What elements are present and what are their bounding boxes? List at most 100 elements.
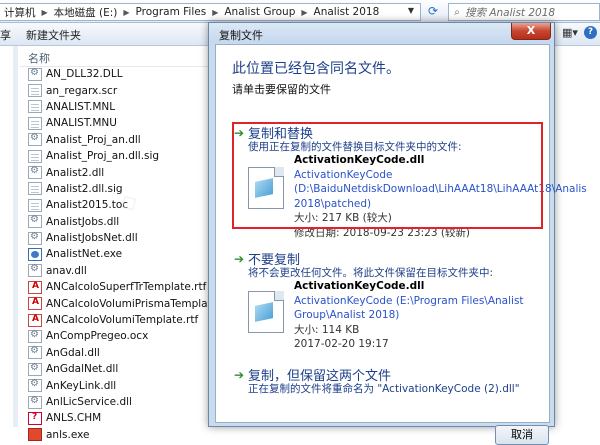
help-icon[interactable]: ?	[584, 26, 597, 39]
file-row[interactable]: AnGdal.dll	[20, 345, 212, 361]
file-name: an_regarx.scr	[46, 84, 118, 97]
navigation-scrollbar[interactable]	[13, 46, 18, 427]
file-name: anav.dll	[46, 264, 87, 277]
file-row[interactable]: AnlLicService.dll	[20, 394, 212, 410]
doc-file-icon	[28, 198, 42, 212]
doc-file-icon	[28, 149, 42, 163]
file-name: ANALIST.MNL	[46, 100, 116, 113]
file-list: AN_DLL32.DLL an_regarx.scr ANALIST.MNL ANAL…	[20, 66, 234, 443]
gear-file-icon	[28, 214, 42, 229]
dialog-heading: 此位置已经包含同名文件。	[232, 61, 400, 77]
doc-file-icon	[28, 182, 42, 196]
address-bar: 计算机 ▶ 本地磁盘 (E:) ▶ Program Files ▶ Analis…	[0, 0, 600, 23]
file-name: anls.exe	[46, 428, 90, 441]
breadcrumb-analist-2018[interactable]: Analist 2018	[310, 6, 384, 18]
file-row[interactable]: ANCalcoloVolumiPrismaTemplate.rtf	[20, 295, 234, 311]
search-icon: ⌕	[454, 6, 460, 18]
file-name: ANCalcoloVolumiPrismaTemplate.rtf	[46, 297, 234, 310]
file-row[interactable]: Analist2.dll	[20, 164, 212, 180]
breadcrumb-program-files[interactable]: Program Files	[132, 6, 211, 18]
file-row[interactable]: ANCalcoloVolumiTemplate.rtf	[20, 312, 212, 328]
file-row[interactable]: AnalistNet.exe	[20, 246, 212, 262]
gear-file-icon	[28, 231, 42, 245]
pdf-file-icon	[28, 297, 42, 311]
gear-file-icon	[28, 263, 42, 278]
refresh-icon[interactable]: ⟳	[424, 3, 442, 19]
gear-file-icon	[28, 132, 42, 147]
dialog-subheading: 请单击要保留的文件	[232, 83, 331, 96]
file-name: AN_DLL32.DLL	[46, 68, 123, 81]
breadcrumb-drive[interactable]: 本地磁盘 (E:)	[50, 5, 122, 20]
option-description: 将不会更改任何文件。将此文件保留在目标文件夹中:	[248, 267, 494, 279]
chevron-down-icon[interactable]: ▼	[404, 3, 418, 19]
pdf-file-icon	[28, 280, 42, 294]
column-header-name[interactable]: 名称	[28, 50, 50, 66]
file-row[interactable]: ANCalcoloSuperfTrTemplate.rtf	[20, 279, 212, 295]
doc-file-icon	[28, 116, 42, 130]
file-name: ANLS.CHM	[46, 412, 102, 425]
cancel-button[interactable]: 取消	[495, 425, 549, 445]
file-row[interactable]: Analist_Proj_an.dll	[20, 132, 212, 148]
dialog-body: 此位置已经包含同名文件。 请单击要保留的文件 ➔ 复制和替换 使用正在复制的文件…	[215, 44, 587, 445]
file-row[interactable]: an_regarx.scr	[20, 82, 212, 98]
chevron-right-icon[interactable]: ▶	[40, 8, 50, 17]
copy-file-dialog: 复制文件 X 此位置已经包含同名文件。 请单击要保留的文件 ➔ 复制和替换 使用…	[208, 22, 587, 445]
file-row[interactable]: AnKeyLink.dll	[20, 377, 212, 393]
file-name: Analist2015.toc	[46, 199, 129, 212]
file-name: ANALIST.MNU	[46, 117, 117, 130]
gear-file-icon	[28, 395, 42, 409]
file-row[interactable]: AnalistJobs.dll	[20, 214, 212, 230]
file-row[interactable]: ANLS.CHM	[20, 410, 212, 426]
file-row[interactable]: anav.dll	[20, 263, 212, 279]
exe-file-icon	[28, 428, 42, 442]
file-row[interactable]: AnCompPregeo.ocx	[20, 328, 212, 344]
file-row[interactable]: AN_DLL32.DLL	[20, 66, 212, 82]
option-copy-keep-both[interactable]: ➔ 复制，但保留这两个文件 正在复制的文件将重命名为 "ActivationKe…	[228, 365, 536, 401]
option-file-info: ActivationKeyCode.dll ActivationKeyCode …	[294, 279, 524, 352]
file-name: AnGdalNet.dll	[46, 363, 119, 376]
file-name: AnlLicService.dll	[46, 396, 132, 408]
breadcrumb-computer[interactable]: 计算机	[0, 5, 40, 20]
file-row[interactable]: Analist2015.toc	[20, 197, 212, 213]
file-name: Analist_Proj_an.dll	[46, 133, 141, 146]
chm-file-icon	[28, 411, 42, 425]
pdf-file-icon	[28, 313, 42, 327]
gear-file-icon	[28, 165, 42, 180]
file-row[interactable]: AnGdalNet.dll	[20, 361, 212, 377]
file-name: AnalistJobsNet.dll	[46, 232, 138, 245]
file-name: AnCompPregeo.ocx	[46, 330, 149, 343]
file-name: Analist2.dll.sig	[46, 182, 123, 195]
file-name: Analist2.dll	[46, 166, 105, 179]
close-button[interactable]: X	[511, 23, 551, 40]
doc-file-icon	[28, 84, 42, 98]
file-name: AnalistJobs.dll	[46, 215, 120, 228]
new-folder-button[interactable]: 新建文件夹	[26, 27, 81, 43]
chevron-right-icon[interactable]: ▶	[299, 8, 309, 17]
search-input[interactable]: ⌕ 搜索 Analist 2018	[448, 3, 600, 21]
dialog-titlebar[interactable]: 复制文件 X	[209, 23, 554, 43]
file-row[interactable]: Analist_Proj_an.dll.sig	[20, 148, 212, 164]
share-button[interactable]: 享	[0, 27, 11, 43]
chevron-right-icon[interactable]: ▶	[210, 8, 220, 17]
breadcrumb[interactable]: 计算机 ▶ 本地磁盘 (E:) ▶ Program Files ▶ Analis…	[0, 3, 421, 21]
file-icon	[248, 291, 284, 333]
file-row[interactable]: ANALIST.MNL	[20, 99, 212, 115]
file-name: AnalistNet.exe	[46, 248, 123, 261]
file-path-line: Group\Analist 2018)	[294, 309, 400, 322]
file-row[interactable]: ANALIST.MNU	[20, 115, 212, 131]
file-name: ActivationKeyCode.dll	[294, 280, 425, 292]
option-dont-copy[interactable]: ➔ 不要复制 将不会更改任何文件。将此文件保留在目标文件夹中: Activati…	[228, 249, 536, 352]
view-options-icon[interactable]: ▦▾	[562, 26, 578, 39]
gear-file-icon	[28, 67, 42, 81]
file-path-line: ActivationKeyCode (E:\Program Files\Anal…	[294, 294, 524, 307]
file-size: 大小: 114 KB	[294, 323, 360, 336]
file-row[interactable]: AnalistJobsNet.dll	[20, 230, 212, 246]
file-name: AnGdal.dll	[46, 346, 100, 359]
arrow-right-icon: ➔	[234, 251, 245, 266]
breadcrumb-analist-group[interactable]: Analist Group	[220, 6, 299, 18]
gear-file-icon	[28, 378, 42, 393]
chevron-right-icon[interactable]: ▶	[121, 8, 131, 17]
file-row[interactable]: anls.exe	[20, 427, 212, 443]
gear-file-icon	[28, 329, 42, 343]
file-date: 2017-02-20 19:17	[294, 338, 389, 351]
